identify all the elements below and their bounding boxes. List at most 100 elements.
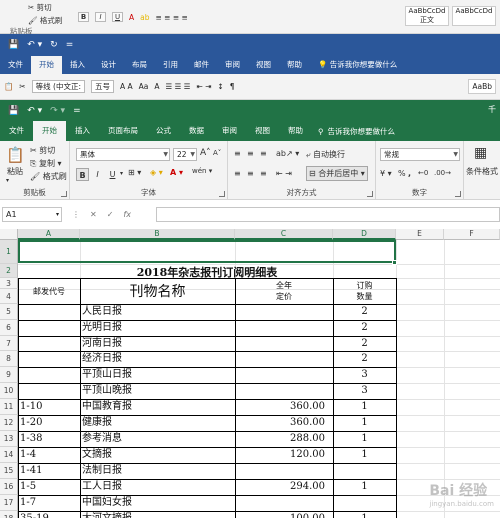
row-header[interactable]: 2 — [0, 264, 18, 278]
tab-file[interactable]: 文件 — [0, 121, 33, 141]
word-highlight-icon[interactable]: ab — [140, 13, 149, 22]
merge-center-button[interactable]: ⊟ 合并后居中 ▾ — [306, 166, 368, 181]
word-underline-button[interactable]: U — [112, 12, 123, 22]
undo-icon[interactable]: ↶ ▾ — [27, 40, 42, 50]
word-style-gallery-item[interactable]: AaBb — [468, 79, 496, 94]
tab-data[interactable]: 数据 — [180, 121, 213, 141]
row-header[interactable]: 17 — [0, 495, 18, 511]
word-font-name-field[interactable]: 等线 (中文正: — [31, 80, 85, 93]
excel-undo-icon[interactable]: ↶ ▾ — [27, 106, 42, 116]
word-case-icon[interactable]: Aa — [139, 82, 149, 91]
font-launcher-icon[interactable] — [219, 191, 225, 197]
row-header[interactable]: 18 — [0, 511, 18, 518]
column-header-f[interactable]: F — [444, 229, 500, 240]
column-header-b[interactable]: B — [80, 229, 235, 240]
bottom-align-icon[interactable]: ≡ — [260, 149, 267, 158]
word-sort-icon[interactable]: ↕ — [217, 82, 223, 91]
shrink-font-icon[interactable]: A˅ — [213, 149, 221, 157]
column-header-d[interactable]: D — [333, 229, 396, 240]
font-name-select[interactable]: 黑体 ▼ — [76, 148, 170, 161]
formula-input[interactable] — [156, 207, 500, 222]
indent-icons[interactable]: ⇤ ⇥ — [276, 169, 292, 178]
row-header[interactable]: 12 — [0, 415, 18, 431]
word-tab-review[interactable]: 审阅 — [217, 56, 248, 74]
quick-access-dropdown-icon[interactable]: = — [66, 40, 74, 50]
wrap-text-button[interactable]: ⤶ 自动换行 — [306, 149, 345, 160]
row-header[interactable]: 8 — [0, 351, 18, 367]
tab-home[interactable]: 开始 — [33, 121, 66, 141]
fill-color-icon[interactable]: ◈ ▾ — [150, 168, 163, 177]
column-header-a[interactable]: A — [18, 229, 80, 240]
align-left-icon[interactable]: ≡ — [234, 169, 241, 178]
clipboard-launcher-icon[interactable] — [61, 191, 67, 197]
enter-icon[interactable]: ✓ — [107, 210, 114, 219]
row-header[interactable]: 9 — [0, 367, 18, 383]
word-tab-home[interactable]: 开始 — [31, 56, 62, 74]
save-icon[interactable]: 💾 — [8, 40, 19, 50]
tab-review[interactable]: 审阅 — [213, 121, 246, 141]
conditional-format-button[interactable]: 条件格式 — [466, 166, 498, 177]
word-tab-design[interactable]: 设计 — [93, 56, 124, 74]
word-bold-button[interactable]: B — [78, 12, 89, 22]
column-header-c[interactable]: C — [235, 229, 333, 240]
excel-quick-access-icon[interactable]: = — [73, 106, 81, 116]
word-tab-layout[interactable]: 布局 — [124, 56, 155, 74]
paste-dropdown-icon[interactable]: ▾ — [6, 177, 9, 184]
word-clear-format-icon[interactable]: A — [154, 82, 159, 91]
row-header[interactable]: 6 — [0, 320, 18, 336]
word-font-color-icon[interactable]: A — [129, 13, 134, 22]
word-tab-file[interactable]: 文件 — [0, 56, 31, 74]
word-tab-insert[interactable]: 插入 — [62, 56, 93, 74]
border-icon[interactable]: ⊞ ▾ — [128, 168, 141, 177]
top-align-icon[interactable]: ≡ — [234, 149, 241, 158]
word-list-icons[interactable]: ☰ ☰ ☰ — [166, 82, 191, 91]
word-style-normal[interactable]: AaBbCcDd 正文 — [405, 6, 449, 26]
word-paste-icon[interactable]: 📋 — [4, 82, 13, 91]
orientation-icon[interactable]: ab↗ ▾ — [276, 149, 299, 158]
font-color-icon[interactable]: A ▾ — [170, 168, 183, 177]
word-italic-button[interactable]: I — [95, 12, 106, 22]
word-tab-mailings[interactable]: 邮件 — [186, 56, 217, 74]
spreadsheet-grid[interactable]: A B C D E F 123456789101112131415161718 … — [0, 229, 500, 518]
name-box[interactable]: A1 ▾ — [2, 207, 62, 222]
tab-formulas[interactable]: 公式 — [147, 121, 180, 141]
word-format-painter-button[interactable]: 🖌 格式刷 — [28, 15, 62, 26]
row-header[interactable]: 3 — [0, 278, 18, 289]
tab-view[interactable]: 视图 — [246, 121, 279, 141]
tab-page-layout[interactable]: 页面布局 — [99, 121, 147, 141]
conditional-format-icon[interactable]: ▦ — [474, 145, 487, 161]
word-font-size-field[interactable]: 五号 — [90, 80, 114, 93]
number-launcher-icon[interactable] — [455, 191, 461, 197]
select-all-corner[interactable] — [0, 229, 18, 240]
word-style-heading[interactable]: AaBbCcDd — [452, 6, 496, 26]
decrease-decimal-icon[interactable]: .00→ — [434, 169, 451, 177]
row-header[interactable]: 7 — [0, 336, 18, 351]
word-align-icons[interactable]: ≡ ≡ ≡ ≡ — [156, 13, 188, 22]
word-tab-references[interactable]: 引用 — [155, 56, 186, 74]
excel-redo-icon[interactable]: ↷ ▾ — [50, 106, 65, 116]
row-header[interactable]: 10 — [0, 383, 18, 399]
word-tell-me[interactable]: 💡 告诉我你想要做什么 — [310, 56, 405, 74]
underline-dropdown-icon[interactable]: ▾ — [120, 170, 123, 177]
selected-cell-range[interactable] — [18, 240, 396, 263]
name-box-dropdown-icon[interactable]: ▾ — [56, 208, 59, 221]
row-header[interactable]: 1 — [0, 240, 18, 264]
row-header[interactable]: 15 — [0, 463, 18, 479]
tell-me-search[interactable]: ⚲ 告诉我你想要做什么 — [312, 126, 395, 137]
paste-icon[interactable]: 📋 — [6, 146, 25, 164]
bold-button[interactable]: B — [76, 168, 89, 181]
word-cut-button[interactable]: ✂ 剪切 — [28, 2, 52, 13]
copy-button[interactable]: ⎘ 复制 ▾ — [30, 158, 62, 169]
paste-button[interactable]: 粘贴 — [7, 166, 23, 177]
phonetic-icon[interactable]: wén ▾ — [192, 167, 212, 175]
percent-button[interactable]: % — [398, 169, 406, 178]
word-indent-icons[interactable]: ⇤ ⇥ — [196, 82, 211, 91]
tab-insert[interactable]: 插入 — [66, 121, 99, 141]
tab-help[interactable]: 帮助 — [279, 121, 312, 141]
word-tab-help[interactable]: 帮助 — [279, 56, 310, 74]
format-painter-button[interactable]: 🖌 格式刷 — [30, 171, 67, 182]
insert-function-icon[interactable]: fx — [123, 210, 131, 219]
alignment-launcher-icon[interactable] — [367, 191, 373, 197]
font-size-select[interactable]: 22 ▼ — [173, 148, 197, 161]
comma-button[interactable]: , — [408, 169, 411, 178]
